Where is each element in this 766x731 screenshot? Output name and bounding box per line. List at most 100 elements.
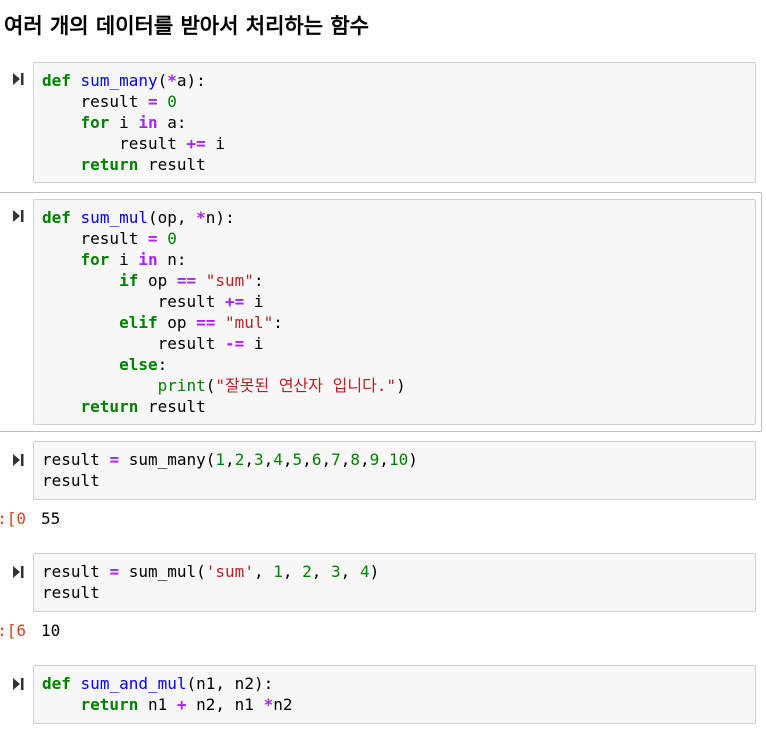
number-token: 8 bbox=[350, 450, 361, 469]
code-input-area[interactable]: def sum_many(*a): result = 0 for i in a:… bbox=[33, 62, 756, 183]
keyword-token: if bbox=[119, 271, 139, 290]
function-name-token: sum_and_mul bbox=[80, 674, 187, 693]
code-text: a): bbox=[176, 71, 206, 90]
operator-token: += bbox=[225, 292, 245, 311]
code-text: n2, n1 bbox=[186, 695, 264, 714]
code-text: ) bbox=[396, 376, 406, 395]
code-text: , bbox=[263, 450, 274, 469]
section-heading: 여러 개의 데이터를 받아서 처리하는 함수 bbox=[4, 14, 369, 38]
code-text: , bbox=[360, 450, 370, 469]
operator-token: == bbox=[176, 271, 197, 290]
operator-token: in bbox=[138, 250, 158, 269]
operator-token: + bbox=[176, 695, 187, 714]
code-text: (op, bbox=[147, 208, 197, 227]
keyword-token: return bbox=[80, 397, 139, 416]
code-text: , bbox=[302, 450, 312, 469]
run-cell-button[interactable] bbox=[13, 677, 27, 691]
string-token: "잘못된 연산자 입니다." bbox=[215, 376, 397, 395]
string-token: "mul" bbox=[225, 313, 274, 332]
code-text: i bbox=[109, 113, 139, 132]
builtin-token: print bbox=[157, 376, 206, 395]
operator-token: == bbox=[196, 313, 216, 332]
code-input-area[interactable]: def sum_mul(op, *n): result = 0 for i in… bbox=[33, 199, 756, 425]
code-text: result bbox=[42, 450, 110, 469]
keyword-token: for bbox=[80, 250, 110, 269]
code-text: result bbox=[42, 292, 226, 311]
code-text: result bbox=[42, 583, 100, 602]
run-cell-button[interactable] bbox=[13, 565, 27, 579]
code-text: result bbox=[138, 155, 206, 174]
number-token: 6 bbox=[311, 450, 322, 469]
string-token: 'sum' bbox=[205, 562, 254, 581]
code-text: i bbox=[205, 134, 226, 153]
code-text: op bbox=[157, 313, 197, 332]
code-input-area[interactable]: result = sum_mul('sum', 1, 2, 3, 4) resu… bbox=[33, 553, 756, 612]
code-text: result bbox=[42, 471, 100, 490]
code-text: ( bbox=[205, 376, 216, 395]
number-token: 1 bbox=[273, 562, 283, 581]
code-text: : bbox=[273, 313, 283, 332]
code-text: sum_many( bbox=[119, 450, 216, 469]
code-input-area[interactable]: result = sum_many(1,2,3,4,5,6,7,8,9,10) … bbox=[33, 441, 756, 500]
run-cell-icon bbox=[13, 73, 24, 85]
code-text: result bbox=[42, 134, 187, 153]
keyword-token: return bbox=[80, 155, 139, 174]
number-token: 1 bbox=[215, 450, 226, 469]
code-text: , bbox=[244, 450, 254, 469]
operator-token: = bbox=[109, 562, 120, 581]
code-text: result bbox=[138, 397, 206, 416]
number-token: 9 bbox=[369, 450, 380, 469]
code-block: def sum_many(*a): result = 0 for i in a:… bbox=[34, 63, 755, 175]
code-text: n1 bbox=[138, 695, 177, 714]
function-name-token: sum_many bbox=[80, 71, 158, 90]
code-text: i bbox=[244, 292, 264, 311]
keyword-token: def bbox=[42, 71, 71, 90]
code-text: a: bbox=[157, 113, 187, 132]
code-text: n): bbox=[205, 208, 235, 227]
output-prompt: 6]: bbox=[0, 621, 26, 640]
run-cell-button[interactable] bbox=[13, 209, 27, 223]
code-block: result = sum_mul('sum', 1, 2, 3, 4) resu… bbox=[34, 554, 755, 603]
run-cell-button[interactable] bbox=[13, 453, 27, 467]
code-input-area[interactable]: def sum_and_mul(n1, n2): return n1 + n2,… bbox=[33, 665, 756, 724]
operator-token: * bbox=[167, 71, 177, 90]
string-token: "sum" bbox=[205, 271, 254, 290]
code-text: , bbox=[282, 562, 303, 581]
code-text: , bbox=[379, 450, 389, 469]
function-name-token: sum_mul bbox=[80, 208, 148, 227]
code-text: sum_mul( bbox=[119, 562, 206, 581]
run-cell-button[interactable] bbox=[13, 72, 27, 86]
code-block: def sum_mul(op, *n): result = 0 for i in… bbox=[34, 200, 755, 417]
code-text: (n1, n2): bbox=[186, 674, 274, 693]
number-token: 3 bbox=[331, 562, 341, 581]
number-token: 2 bbox=[302, 562, 312, 581]
code-text: result bbox=[42, 334, 226, 353]
operator-token: = bbox=[147, 92, 158, 111]
code-text: , bbox=[253, 562, 274, 581]
output-prompt: 0]: bbox=[0, 509, 26, 528]
code-text: result bbox=[42, 229, 148, 248]
operator-token: * bbox=[263, 695, 274, 714]
number-token: 3 bbox=[253, 450, 264, 469]
number-token: 4 bbox=[359, 562, 370, 581]
number-token: 2 bbox=[234, 450, 245, 469]
run-cell-icon bbox=[13, 454, 24, 466]
operator-token: = bbox=[147, 229, 158, 248]
code-text: , bbox=[340, 450, 351, 469]
code-text: op bbox=[138, 271, 177, 290]
keyword-token: else bbox=[119, 355, 158, 374]
code-text: , bbox=[340, 562, 360, 581]
number-token: 4 bbox=[273, 450, 283, 469]
code-text: : bbox=[253, 271, 264, 290]
cell-output: 55 bbox=[41, 509, 61, 528]
cell-output: 10 bbox=[41, 621, 61, 640]
number-token: 0 bbox=[167, 229, 177, 248]
code-block: result = sum_many(1,2,3,4,5,6,7,8,9,10) … bbox=[34, 442, 755, 491]
